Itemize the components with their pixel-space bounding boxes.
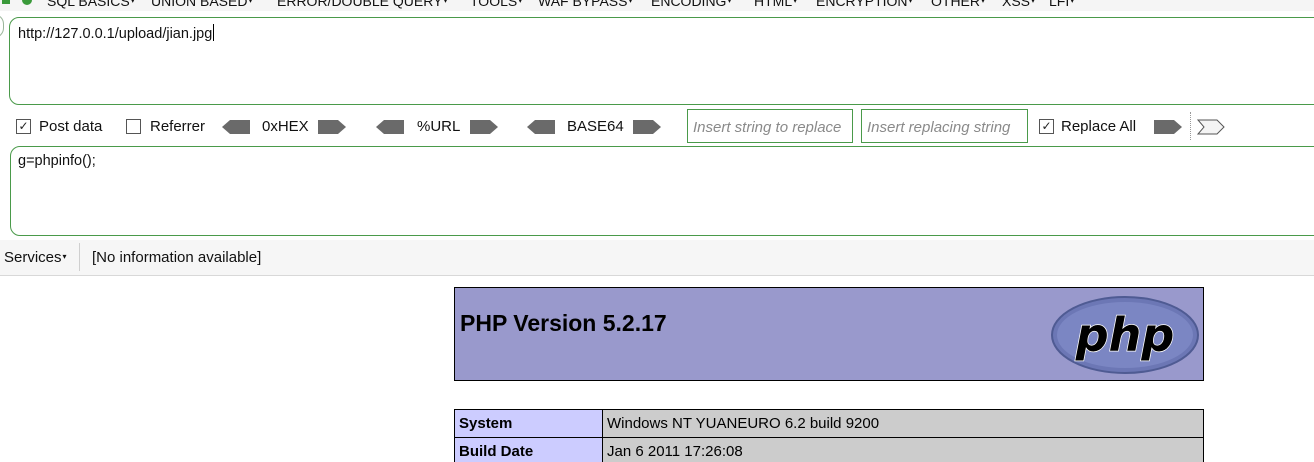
hex-decode-arrow-icon[interactable]: [222, 119, 250, 135]
status-bar: Services▾ [No information available]: [0, 240, 1314, 276]
base64-decode-arrow-icon[interactable]: [527, 119, 555, 135]
hex-label: 0xHEX: [262, 118, 309, 135]
info-value: Jan 6 2011 17:26:08: [602, 437, 1204, 462]
php-version-title: PHP Version 5.2.17: [460, 310, 667, 336]
text-cursor: [213, 24, 215, 41]
post-data-input[interactable]: g=phpinfo();: [10, 146, 1314, 236]
menu-html[interactable]: HTML▾: [754, 0, 797, 9]
table-row: Build Date Jan 6 2011 17:26:08: [454, 437, 1204, 462]
php-version-header: PHP Version 5.2.17 php: [454, 287, 1204, 381]
toolbar-divider: [1190, 112, 1191, 140]
menu-error-double-query[interactable]: ERROR/DOUBLE QUERY▾: [277, 0, 447, 9]
replace-all-label[interactable]: Replace All: [1061, 118, 1136, 135]
post-data-value[interactable]: g=phpinfo();: [18, 153, 96, 169]
php-info-table: System Windows NT YUANEURO 6.2 build 920…: [454, 409, 1204, 462]
referrer-label[interactable]: Referrer: [150, 118, 205, 135]
referrer-checkbox[interactable]: [126, 119, 141, 134]
menu-waf-bypass[interactable]: WAF BYPASS▾: [538, 0, 632, 9]
menu-sql-basics[interactable]: SQL BASICS▾: [47, 0, 135, 9]
menu-lfi[interactable]: LFI▾: [1049, 0, 1074, 9]
menu-encryption[interactable]: ENCRYPTION▾: [816, 0, 913, 9]
url-encode-label: %URL: [417, 118, 461, 135]
php-logo-text: php: [1075, 308, 1175, 362]
url-decode-arrow-icon[interactable]: [376, 119, 404, 135]
menu-xss[interactable]: XSS▾: [1002, 0, 1035, 9]
info-value: Windows NT YUANEURO 6.2 build 9200: [602, 409, 1204, 438]
services-menu[interactable]: Services▾: [4, 249, 67, 266]
menu-tools[interactable]: TOOLS▾: [470, 0, 522, 9]
status-divider: [79, 243, 80, 271]
replacing-string-input[interactable]: Insert replacing string: [861, 109, 1028, 143]
replace-string-input[interactable]: Insert string to replace: [687, 109, 853, 143]
menu-encoding[interactable]: ENCODING▾: [651, 0, 731, 9]
info-key: Build Date: [454, 437, 603, 462]
toolbar-add-icon[interactable]: [0, 0, 40, 10]
url-input[interactable]: http://127.0.0.1/upload/jian.jpg: [9, 17, 1314, 105]
post-data-label[interactable]: Post data: [39, 118, 102, 135]
post-data-checkbox[interactable]: ✓: [16, 119, 31, 134]
replace-arrow-icon[interactable]: [1154, 119, 1182, 135]
toolbar: ✓ Post data Referrer 0xHEX %URL BASE64 I…: [0, 108, 1314, 144]
table-row: System Windows NT YUANEURO 6.2 build 920…: [454, 409, 1204, 438]
url-value[interactable]: http://127.0.0.1/upload/jian.jpg: [18, 26, 212, 42]
php-logo[interactable]: php: [1050, 295, 1200, 375]
load-url-handle[interactable]: [0, 14, 4, 38]
menu-union-based[interactable]: UNION BASED▾: [151, 0, 252, 9]
replace-all-arrow-icon[interactable]: [1197, 119, 1225, 135]
base64-label: BASE64: [567, 118, 624, 135]
hex-encode-arrow-icon[interactable]: [318, 119, 346, 135]
replace-all-checkbox[interactable]: ✓: [1039, 119, 1054, 134]
status-info: [No information available]: [92, 249, 262, 266]
menu-other[interactable]: OTHER▾: [931, 0, 985, 9]
url-encode-arrow-icon[interactable]: [470, 119, 498, 135]
base64-encode-arrow-icon[interactable]: [633, 119, 661, 135]
menu-bar: SQL BASICS▾ UNION BASED▾ ERROR/DOUBLE QU…: [0, 0, 1314, 11]
info-key: System: [454, 409, 603, 438]
